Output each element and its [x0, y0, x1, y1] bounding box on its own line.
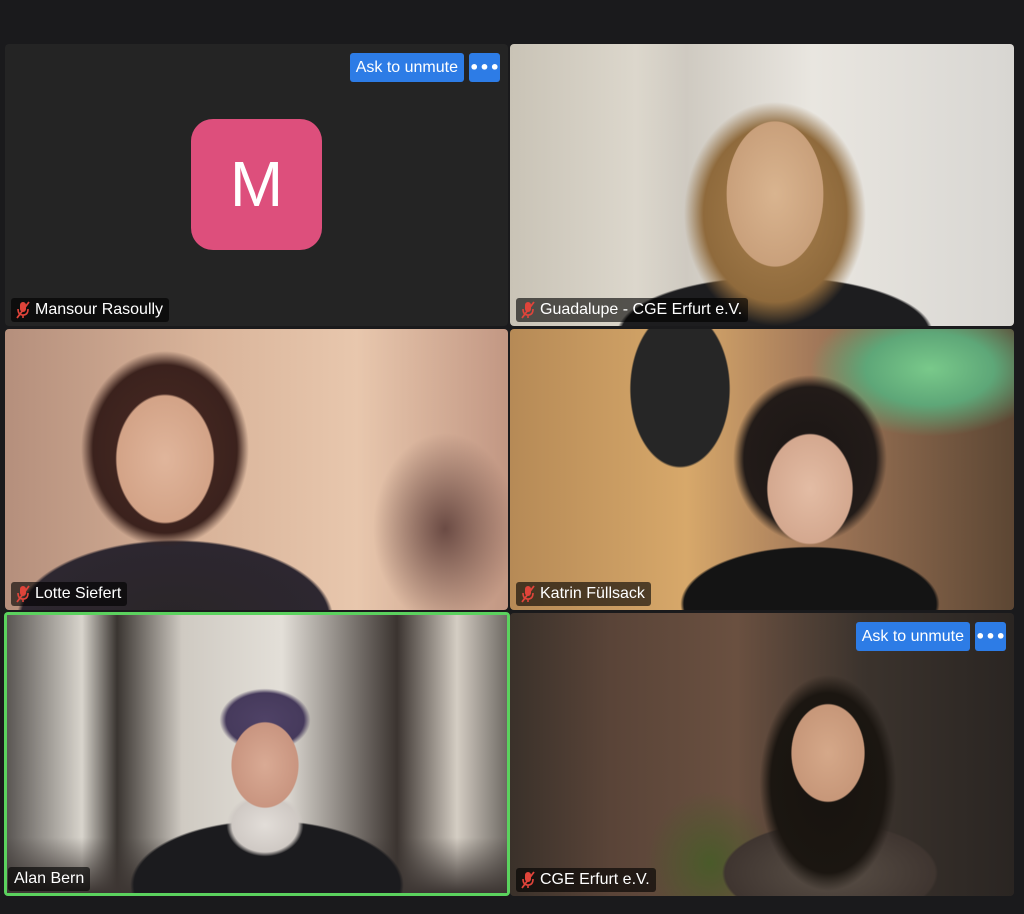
more-options-button[interactable]: •••: [975, 622, 1006, 651]
muted-microphone-icon: [521, 585, 535, 603]
tile-controls: Ask to unmute •••: [855, 622, 1006, 651]
video-feed: [7, 615, 507, 893]
participant-name-tag: Lotte Siefert: [11, 582, 128, 606]
participant-tile-katrin[interactable]: Katrin Füllsack: [510, 329, 1014, 610]
tile-controls: Ask to unmute •••: [349, 53, 500, 82]
participant-name: Alan Bern: [14, 870, 85, 887]
muted-microphone-icon: [521, 301, 535, 319]
participant-tile-guadalupe[interactable]: Guadalupe - CGE Erfurt e.V.: [510, 44, 1014, 326]
muted-microphone-icon: [16, 301, 30, 319]
participant-name: Mansour Rasoully: [35, 301, 164, 318]
muted-microphone-icon: [16, 585, 30, 603]
video-feed: [5, 329, 508, 610]
participant-name: CGE Erfurt e.V.: [540, 871, 650, 888]
participant-tile-lotte[interactable]: Lotte Siefert: [5, 329, 508, 610]
participant-name: Lotte Siefert: [35, 585, 122, 602]
more-options-button[interactable]: •••: [469, 53, 500, 82]
participant-name: Katrin Füllsack: [540, 585, 645, 602]
participant-name-tag: Alan Bern: [8, 867, 91, 891]
muted-microphone-icon: [521, 871, 535, 889]
participant-name: Guadalupe - CGE Erfurt e.V.: [540, 301, 743, 318]
participant-tile-mansour[interactable]: M Ask to unmute ••• Mansour Rasoully: [5, 44, 508, 326]
video-feed: [510, 44, 1014, 326]
ask-to-unmute-button[interactable]: Ask to unmute: [349, 53, 464, 82]
participant-name-tag: CGE Erfurt e.V.: [516, 868, 656, 892]
video-feed: [510, 329, 1014, 610]
participant-tile-alan-active-speaker[interactable]: Alan Bern: [4, 612, 510, 896]
participant-tile-cge-erfurt[interactable]: Ask to unmute ••• CGE Erfurt e.V.: [510, 613, 1014, 896]
participant-name-tag: Guadalupe - CGE Erfurt e.V.: [516, 298, 749, 322]
avatar: M: [191, 119, 322, 250]
video-feed: [510, 613, 1014, 896]
participant-name-tag: Katrin Füllsack: [516, 582, 651, 606]
video-gallery: M Ask to unmute ••• Mansour Rasoully Gua…: [0, 0, 1024, 914]
participant-name-tag: Mansour Rasoully: [11, 298, 170, 322]
ask-to-unmute-button[interactable]: Ask to unmute: [855, 622, 970, 651]
